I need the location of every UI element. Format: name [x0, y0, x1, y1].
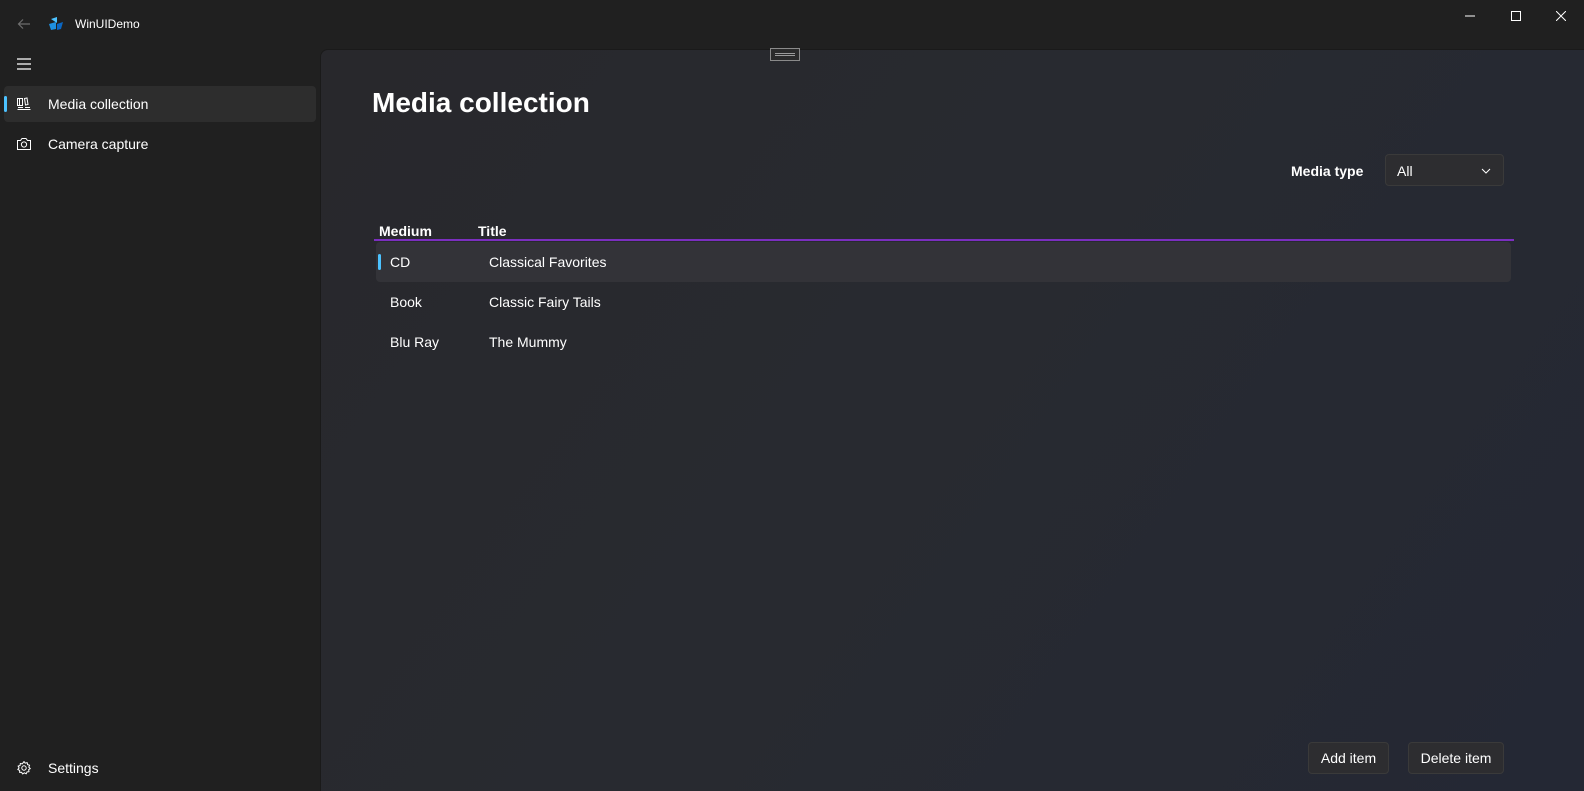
cell-medium: CD	[390, 254, 411, 270]
delete-item-button[interactable]: Delete item	[1408, 742, 1504, 774]
column-header-medium[interactable]: Medium	[379, 223, 432, 239]
camera-icon	[17, 138, 31, 150]
list-item[interactable]: Book Classic Fairy Tails	[376, 282, 1511, 322]
nav-item-media-collection[interactable]: Media collection	[4, 86, 316, 122]
nav-item-label: Settings	[48, 760, 99, 776]
close-icon	[1556, 11, 1566, 21]
gear-icon	[17, 761, 31, 775]
minimize-icon	[1465, 15, 1475, 17]
drag-handle-grip-icon	[775, 53, 795, 56]
app-window: WinUIDemo Media collection Camera captur…	[0, 0, 1584, 791]
media-library-icon	[17, 97, 31, 110]
back-arrow-icon	[17, 19, 30, 29]
app-logo-icon	[49, 17, 63, 30]
list-item[interactable]: Blu Ray The Mummy	[376, 322, 1511, 362]
minimize-button[interactable]	[1447, 0, 1493, 32]
cell-medium: Book	[390, 294, 422, 310]
media-list: CD Classical Favorites Book Classic Fair…	[376, 242, 1511, 362]
maximize-button[interactable]	[1493, 0, 1539, 32]
selection-indicator	[378, 254, 381, 270]
app-title: WinUIDemo	[75, 17, 140, 31]
nav-item-camera-capture[interactable]: Camera capture	[4, 126, 316, 162]
media-type-combobox[interactable]: All	[1385, 154, 1504, 186]
hamburger-menu-icon	[17, 58, 31, 70]
cell-medium: Blu Ray	[390, 334, 440, 350]
add-item-button[interactable]: Add item	[1308, 742, 1389, 774]
chevron-down-icon	[1481, 168, 1491, 174]
nav-item-label: Media collection	[48, 96, 149, 112]
content-frame: Media collection Media type All Medium T…	[320, 48, 1584, 791]
column-header-title[interactable]: Title	[478, 223, 507, 239]
cell-title: Classical Favorites	[489, 254, 607, 270]
nav-item-settings[interactable]: Settings	[4, 750, 316, 786]
close-button[interactable]	[1538, 0, 1584, 32]
drag-handle[interactable]	[770, 48, 800, 61]
header-divider	[374, 239, 1514, 241]
maximize-icon	[1511, 11, 1521, 21]
nav-toggle-button[interactable]	[10, 50, 38, 78]
back-button[interactable]	[10, 10, 38, 38]
page-title: Media collection	[372, 87, 590, 118]
title-bar: WinUIDemo	[0, 0, 1584, 48]
nav-item-label: Camera capture	[48, 136, 149, 152]
cell-title: Classic Fairy Tails	[489, 294, 601, 310]
media-type-label: Media type	[1291, 163, 1364, 179]
cell-title: The Mummy	[489, 334, 567, 350]
combobox-selected-value: All	[1397, 163, 1413, 179]
list-item[interactable]: CD Classical Favorites	[376, 242, 1511, 282]
selection-indicator	[4, 96, 7, 112]
